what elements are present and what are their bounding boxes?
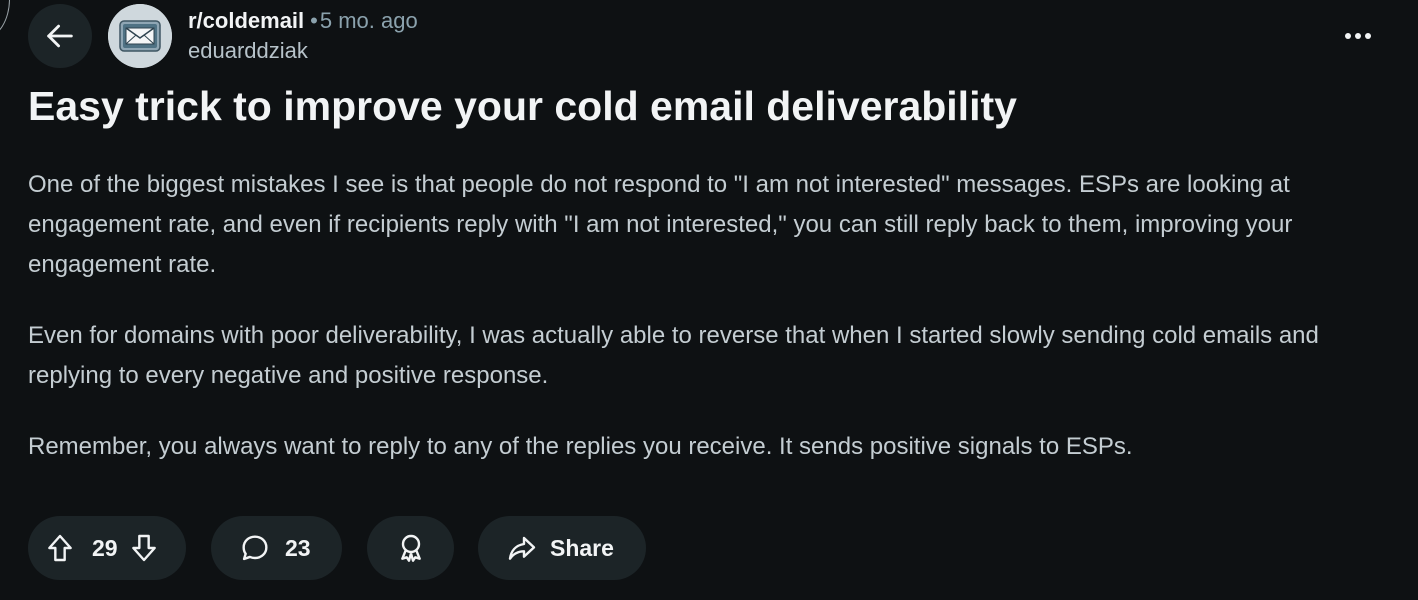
share-label: Share bbox=[550, 534, 614, 561]
post-paragraph: Remember, you always want to reply to an… bbox=[28, 433, 1133, 460]
post-paragraph: One of the biggest mistakes I see is tha… bbox=[28, 171, 1293, 278]
arrow-left-icon bbox=[47, 24, 73, 48]
subreddit-link[interactable]: r/coldemail bbox=[188, 8, 304, 33]
post-body: One of the biggest mistakes I see is tha… bbox=[28, 165, 1398, 498]
subreddit-avatar[interactable] bbox=[108, 4, 172, 68]
arrow-down-icon bbox=[131, 534, 156, 562]
award-button[interactable] bbox=[367, 516, 454, 580]
arrow-up-icon bbox=[48, 534, 72, 562]
share-button[interactable]: Share bbox=[478, 516, 646, 580]
vote-count: 29 bbox=[92, 534, 118, 561]
more-horizontal-icon bbox=[1345, 33, 1371, 39]
comments-button[interactable]: 23 bbox=[211, 516, 342, 580]
author-link[interactable]: eduarddziak bbox=[188, 36, 418, 66]
upvote-button[interactable] bbox=[44, 532, 76, 564]
meta-separator: • bbox=[310, 8, 318, 33]
share-arrow-icon bbox=[508, 536, 536, 560]
vote-control: 29 bbox=[28, 516, 186, 580]
comment-count: 23 bbox=[285, 534, 311, 561]
post-page: r/coldemail •5 mo. ago eduarddziak Easy t… bbox=[0, 0, 1418, 600]
envelope-avatar-icon bbox=[108, 4, 172, 68]
post-paragraph: Even for domains with poor deliverabilit… bbox=[28, 322, 1319, 389]
post-meta: r/coldemail •5 mo. ago eduarddziak bbox=[188, 6, 418, 66]
more-options-button[interactable] bbox=[1336, 14, 1380, 58]
back-button[interactable] bbox=[28, 4, 92, 68]
downvote-button[interactable] bbox=[128, 532, 160, 564]
post-title: Easy trick to improve your cold email de… bbox=[28, 83, 1017, 129]
post-age: 5 mo. ago bbox=[319, 8, 418, 33]
award-ribbon-icon bbox=[400, 534, 421, 562]
window-corner-edge bbox=[0, 0, 10, 38]
speech-bubble-icon bbox=[242, 535, 268, 561]
